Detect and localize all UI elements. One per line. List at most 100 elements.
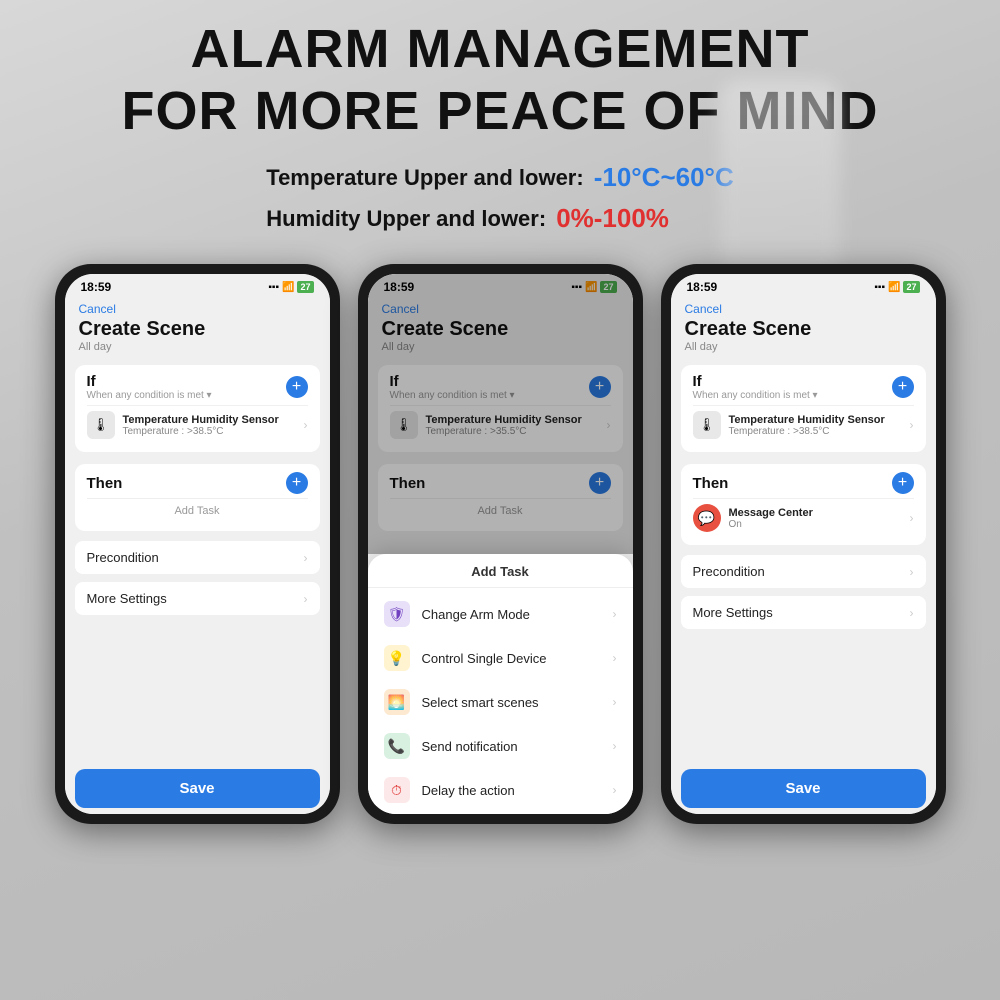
then-header-3: Then + <box>693 472 914 494</box>
precondition-chevron-1: › <box>304 551 308 565</box>
more-settings-label-1: More Settings <box>87 591 167 606</box>
then-add-button-3[interactable]: + <box>892 472 914 494</box>
save-button-3[interactable]: Save <box>681 769 926 808</box>
condition-value-3: Temperature : >38.5°C <box>729 426 902 437</box>
modal-item-0-left: 🛡 Change Arm Mode <box>384 601 530 627</box>
add-task-modal: Add Task 🛡 Change Arm Mode › 💡 Control S… <box>368 554 633 814</box>
modal-item-0[interactable]: 🛡 Change Arm Mode › <box>368 592 633 636</box>
modal-item-4-chevron: › <box>613 783 617 797</box>
then-section-3: Then + 💬 Message Center On › <box>681 464 926 545</box>
status-time-3: 18:59 <box>687 280 718 294</box>
modal-item-4[interactable]: ⏱ Delay the action › <box>368 768 633 812</box>
if-sub-3: When any condition is met ▾ <box>693 390 818 401</box>
then-add-button-1[interactable]: + <box>286 472 308 494</box>
modal-item-3[interactable]: 📞 Send notification › <box>368 724 633 768</box>
modal-item-4-label: Delay the action <box>422 783 515 798</box>
condition-chevron-1: › <box>304 418 308 432</box>
modal-item-0-label: Change Arm Mode <box>422 607 530 622</box>
more-settings-chevron-1: › <box>304 592 308 606</box>
if-add-button-1[interactable]: + <box>286 376 308 398</box>
modal-item-3-label: Send notification <box>422 739 518 754</box>
app-content-1: Cancel Create Scene All day If When any … <box>65 298 330 814</box>
condition-row-1: 🌡 Temperature Humidity Sensor Temperatur… <box>87 405 308 444</box>
title-line1: ALARM MANAGEMENT <box>191 19 810 79</box>
phone-2-screen: 18:59 ▪▪▪ 📶 27 Cancel Create Scene All d… <box>368 274 633 814</box>
page-container: ALARM MANAGEMENT FOR MORE PEACE OF MIND … <box>0 0 1000 1000</box>
modal-item-3-chevron: › <box>613 739 617 753</box>
if-section-1: If When any condition is met ▾ + 🌡 Tempe… <box>75 365 320 452</box>
modal-item-3-left: 📞 Send notification <box>384 733 518 759</box>
modal-item-2-chevron: › <box>613 695 617 709</box>
modal-item-2[interactable]: 🌅 Select smart scenes › <box>368 680 633 724</box>
signal-icon: ▪▪▪ <box>268 282 279 293</box>
status-time-1: 18:59 <box>81 280 112 294</box>
scene-title-3: Create Scene <box>685 318 922 341</box>
if-section-3: If When any condition is met ▾ + 🌡 Tempe… <box>681 365 926 452</box>
message-center-value: On <box>729 519 902 530</box>
condition-name-1: Temperature Humidity Sensor <box>123 414 296 426</box>
cancel-button-3[interactable]: Cancel <box>685 302 922 316</box>
if-label-3: If <box>693 373 818 390</box>
more-settings-row-3[interactable]: More Settings › <box>681 596 926 629</box>
battery-icon-3: 27 <box>903 281 919 293</box>
then-section-1: Then + Add Task <box>75 464 320 531</box>
add-task-1[interactable]: Add Task <box>87 498 308 523</box>
shield-icon: 🛡 <box>384 601 410 627</box>
more-settings-row-1[interactable]: More Settings › <box>75 582 320 615</box>
wifi-icon: 📶 <box>282 282 294 293</box>
scene-title-1: Create Scene <box>79 318 316 341</box>
humidity-value: 0%-100% <box>556 203 669 234</box>
message-center-row[interactable]: 💬 Message Center On › <box>693 498 914 537</box>
status-icons-3: ▪▪▪ 📶 27 <box>874 281 919 293</box>
message-center-name: Message Center <box>729 507 902 519</box>
then-label-1: Then <box>87 475 123 492</box>
condition-value-1: Temperature : >38.5°C <box>123 426 296 437</box>
modal-item-1-label: Control Single Device <box>422 651 547 666</box>
modal-item-1-chevron: › <box>613 651 617 665</box>
message-center-icon: 💬 <box>693 504 721 532</box>
bulb-icon: 💡 <box>384 645 410 671</box>
app-header-1: Cancel Create Scene All day <box>65 298 330 359</box>
bg-decoration <box>720 80 840 280</box>
wifi-icon-3: 📶 <box>888 282 900 293</box>
phones-container: 18:59 ▪▪▪ 📶 27 Cancel Create Scene All d… <box>55 264 946 824</box>
more-settings-label-3: More Settings <box>693 605 773 620</box>
temp-value: -10°C~60°C <box>594 162 734 193</box>
status-bar-3: 18:59 ▪▪▪ 📶 27 <box>671 274 936 298</box>
condition-row-3: 🌡 Temperature Humidity Sensor Temperatur… <box>693 405 914 444</box>
scene-subtitle-1: All day <box>79 341 316 353</box>
then-label-3: Then <box>693 475 729 492</box>
cancel-button-1[interactable]: Cancel <box>79 302 316 316</box>
temp-spec-row: Temperature Upper and lower: -10°C~60°C <box>266 162 733 193</box>
precondition-label-1: Precondition <box>87 550 159 565</box>
phone-1-screen: 18:59 ▪▪▪ 📶 27 Cancel Create Scene All d… <box>65 274 330 814</box>
status-bar-1: 18:59 ▪▪▪ 📶 27 <box>65 274 330 298</box>
modal-item-2-left: 🌅 Select smart scenes <box>384 689 539 715</box>
modal-item-2-label: Select smart scenes <box>422 695 539 710</box>
precondition-chevron-3: › <box>910 565 914 579</box>
modal-item-0-chevron: › <box>613 607 617 621</box>
dim-overlay-2 <box>368 274 633 554</box>
if-sub-1: When any condition is met ▾ <box>87 390 212 401</box>
scene-subtitle-3: All day <box>685 341 922 353</box>
phone-1: 18:59 ▪▪▪ 📶 27 Cancel Create Scene All d… <box>55 264 340 824</box>
status-icons-1: ▪▪▪ 📶 27 <box>268 281 313 293</box>
if-header-3: If When any condition is met ▾ + <box>693 373 914 401</box>
signal-icon-3: ▪▪▪ <box>874 282 885 293</box>
app-content-3: Cancel Create Scene All day If When any … <box>671 298 936 814</box>
scene-icon: 🌅 <box>384 689 410 715</box>
if-add-button-3[interactable]: + <box>892 376 914 398</box>
delay-icon: ⏱ <box>384 777 410 803</box>
humidity-label: Humidity Upper and lower: <box>266 206 546 232</box>
then-header-1: Then + <box>87 472 308 494</box>
battery-icon: 27 <box>297 281 313 293</box>
phone-3-screen: 18:59 ▪▪▪ 📶 27 Cancel Create Scene All d… <box>671 274 936 814</box>
specs-section: Temperature Upper and lower: -10°C~60°C … <box>266 162 733 234</box>
app-header-3: Cancel Create Scene All day <box>671 298 936 359</box>
notify-icon: 📞 <box>384 733 410 759</box>
temp-label: Temperature Upper and lower: <box>266 165 583 191</box>
save-button-1[interactable]: Save <box>75 769 320 808</box>
modal-item-1[interactable]: 💡 Control Single Device › <box>368 636 633 680</box>
precondition-row-1[interactable]: Precondition › <box>75 541 320 574</box>
precondition-row-3[interactable]: Precondition › <box>681 555 926 588</box>
